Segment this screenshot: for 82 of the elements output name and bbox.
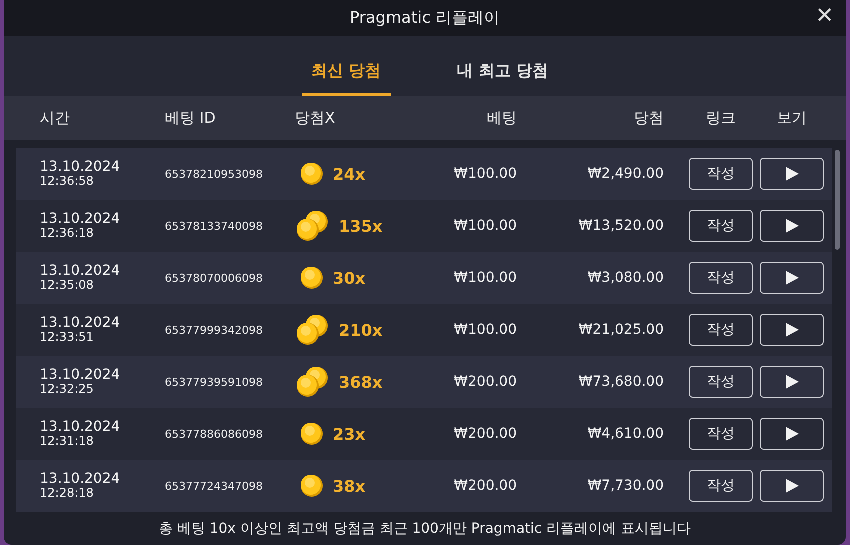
- coins-icon: [295, 313, 331, 347]
- time-text: 12:35:08: [40, 279, 95, 292]
- link-button[interactable]: 작성: [689, 366, 753, 398]
- play-icon: [786, 323, 798, 337]
- column-header: 당첨X: [295, 108, 336, 128]
- play-icon: [786, 167, 798, 181]
- bet-id: 65377999342098: [165, 324, 264, 336]
- bet-amount: ₩100.00: [453, 270, 517, 286]
- bet-amount: ₩100.00: [453, 166, 517, 182]
- link-button[interactable]: 작성: [689, 262, 753, 294]
- bet-id: 65378133740098: [165, 220, 264, 232]
- multiplier: 210x: [339, 320, 383, 340]
- column-header: 베팅: [486, 108, 517, 128]
- window-title: Pragmatic 리플레이: [350, 8, 500, 28]
- time-text: 12:36:18: [40, 227, 95, 240]
- play-button[interactable]: [760, 158, 824, 190]
- bet-id: 65378070006098: [165, 272, 264, 284]
- multiplier: 368x: [339, 372, 383, 392]
- win-amount: ₩7,730.00: [586, 478, 664, 494]
- coins-icon: [295, 209, 331, 243]
- date-text: 13.10.2024: [40, 420, 122, 435]
- win-amount: ₩2,490.00: [586, 166, 664, 182]
- play-icon: [786, 219, 798, 233]
- time-text: 12:36:58: [40, 175, 95, 188]
- play-button[interactable]: [760, 210, 824, 242]
- play-button[interactable]: [760, 366, 824, 398]
- date-text: 13.10.2024: [40, 160, 122, 175]
- close-button[interactable]: ✕: [812, 4, 838, 29]
- column-header: 시간: [40, 108, 71, 128]
- time-text: 12:32:25: [40, 383, 95, 396]
- play-button[interactable]: [760, 418, 824, 450]
- play-button[interactable]: [760, 314, 824, 346]
- bet-amount: ₩200.00: [453, 478, 517, 494]
- link-button[interactable]: 작성: [689, 470, 753, 502]
- bet-amount: ₩100.00: [453, 218, 517, 234]
- date-text: 13.10.2024: [40, 212, 122, 227]
- coin-icon: [299, 265, 325, 291]
- win-amount: ₩13,520.00: [578, 218, 664, 234]
- column-header: 베팅 ID: [165, 108, 217, 128]
- win-amount: ₩21,025.00: [578, 322, 664, 338]
- link-button[interactable]: 작성: [689, 418, 753, 450]
- multiplier: 135x: [339, 216, 383, 236]
- multiplier: 23x: [333, 424, 366, 444]
- column-header: 당첨: [633, 108, 664, 128]
- bet-id: 65378210953098: [165, 168, 264, 180]
- play-button[interactable]: [760, 470, 824, 502]
- link-button[interactable]: 작성: [689, 158, 753, 190]
- time-text: 12:31:18: [40, 435, 95, 448]
- play-icon: [786, 479, 798, 493]
- play-icon: [786, 271, 798, 285]
- multiplier: 38x: [333, 476, 366, 496]
- play-icon: [786, 427, 798, 441]
- time-text: 12:33:51: [40, 331, 95, 344]
- time-text: 12:28:18: [40, 487, 95, 500]
- footer-note: 총 베팅 10x 이상인 최고액 당첨금 최근 100개만 Pragmatic 리플레이에 표시됩니다: [158, 520, 692, 538]
- link-button[interactable]: 작성: [689, 314, 753, 346]
- date-text: 13.10.2024: [40, 264, 122, 279]
- coin-icon: [299, 421, 325, 447]
- column-header: 보기: [776, 108, 808, 128]
- play-icon: [786, 375, 798, 389]
- coin-icon: [299, 161, 325, 187]
- link-button[interactable]: 작성: [689, 210, 753, 242]
- scrollbar[interactable]: [835, 150, 840, 250]
- play-button[interactable]: [760, 262, 824, 294]
- date-text: 13.10.2024: [40, 316, 122, 331]
- bet-id: 65377724347098: [165, 480, 264, 492]
- coins-icon: [295, 365, 331, 399]
- date-text: 13.10.2024: [40, 472, 122, 487]
- bet-id: 65377886086098: [165, 428, 264, 440]
- bet-amount: ₩200.00: [453, 426, 517, 442]
- win-amount: ₩3,080.00: [586, 270, 664, 286]
- win-amount: ₩73,680.00: [578, 374, 664, 390]
- coin-icon: [299, 473, 325, 499]
- tab[interactable]: 내 최고 당첨: [447, 36, 558, 96]
- win-amount: ₩4,610.00: [586, 426, 664, 442]
- bet-id: 65377939591098: [165, 376, 264, 388]
- multiplier: 30x: [333, 268, 366, 288]
- multiplier: 24x: [333, 164, 366, 184]
- column-header: 링크: [705, 108, 737, 128]
- date-text: 13.10.2024: [40, 368, 122, 383]
- bet-amount: ₩200.00: [453, 374, 517, 390]
- bet-amount: ₩100.00: [453, 322, 517, 338]
